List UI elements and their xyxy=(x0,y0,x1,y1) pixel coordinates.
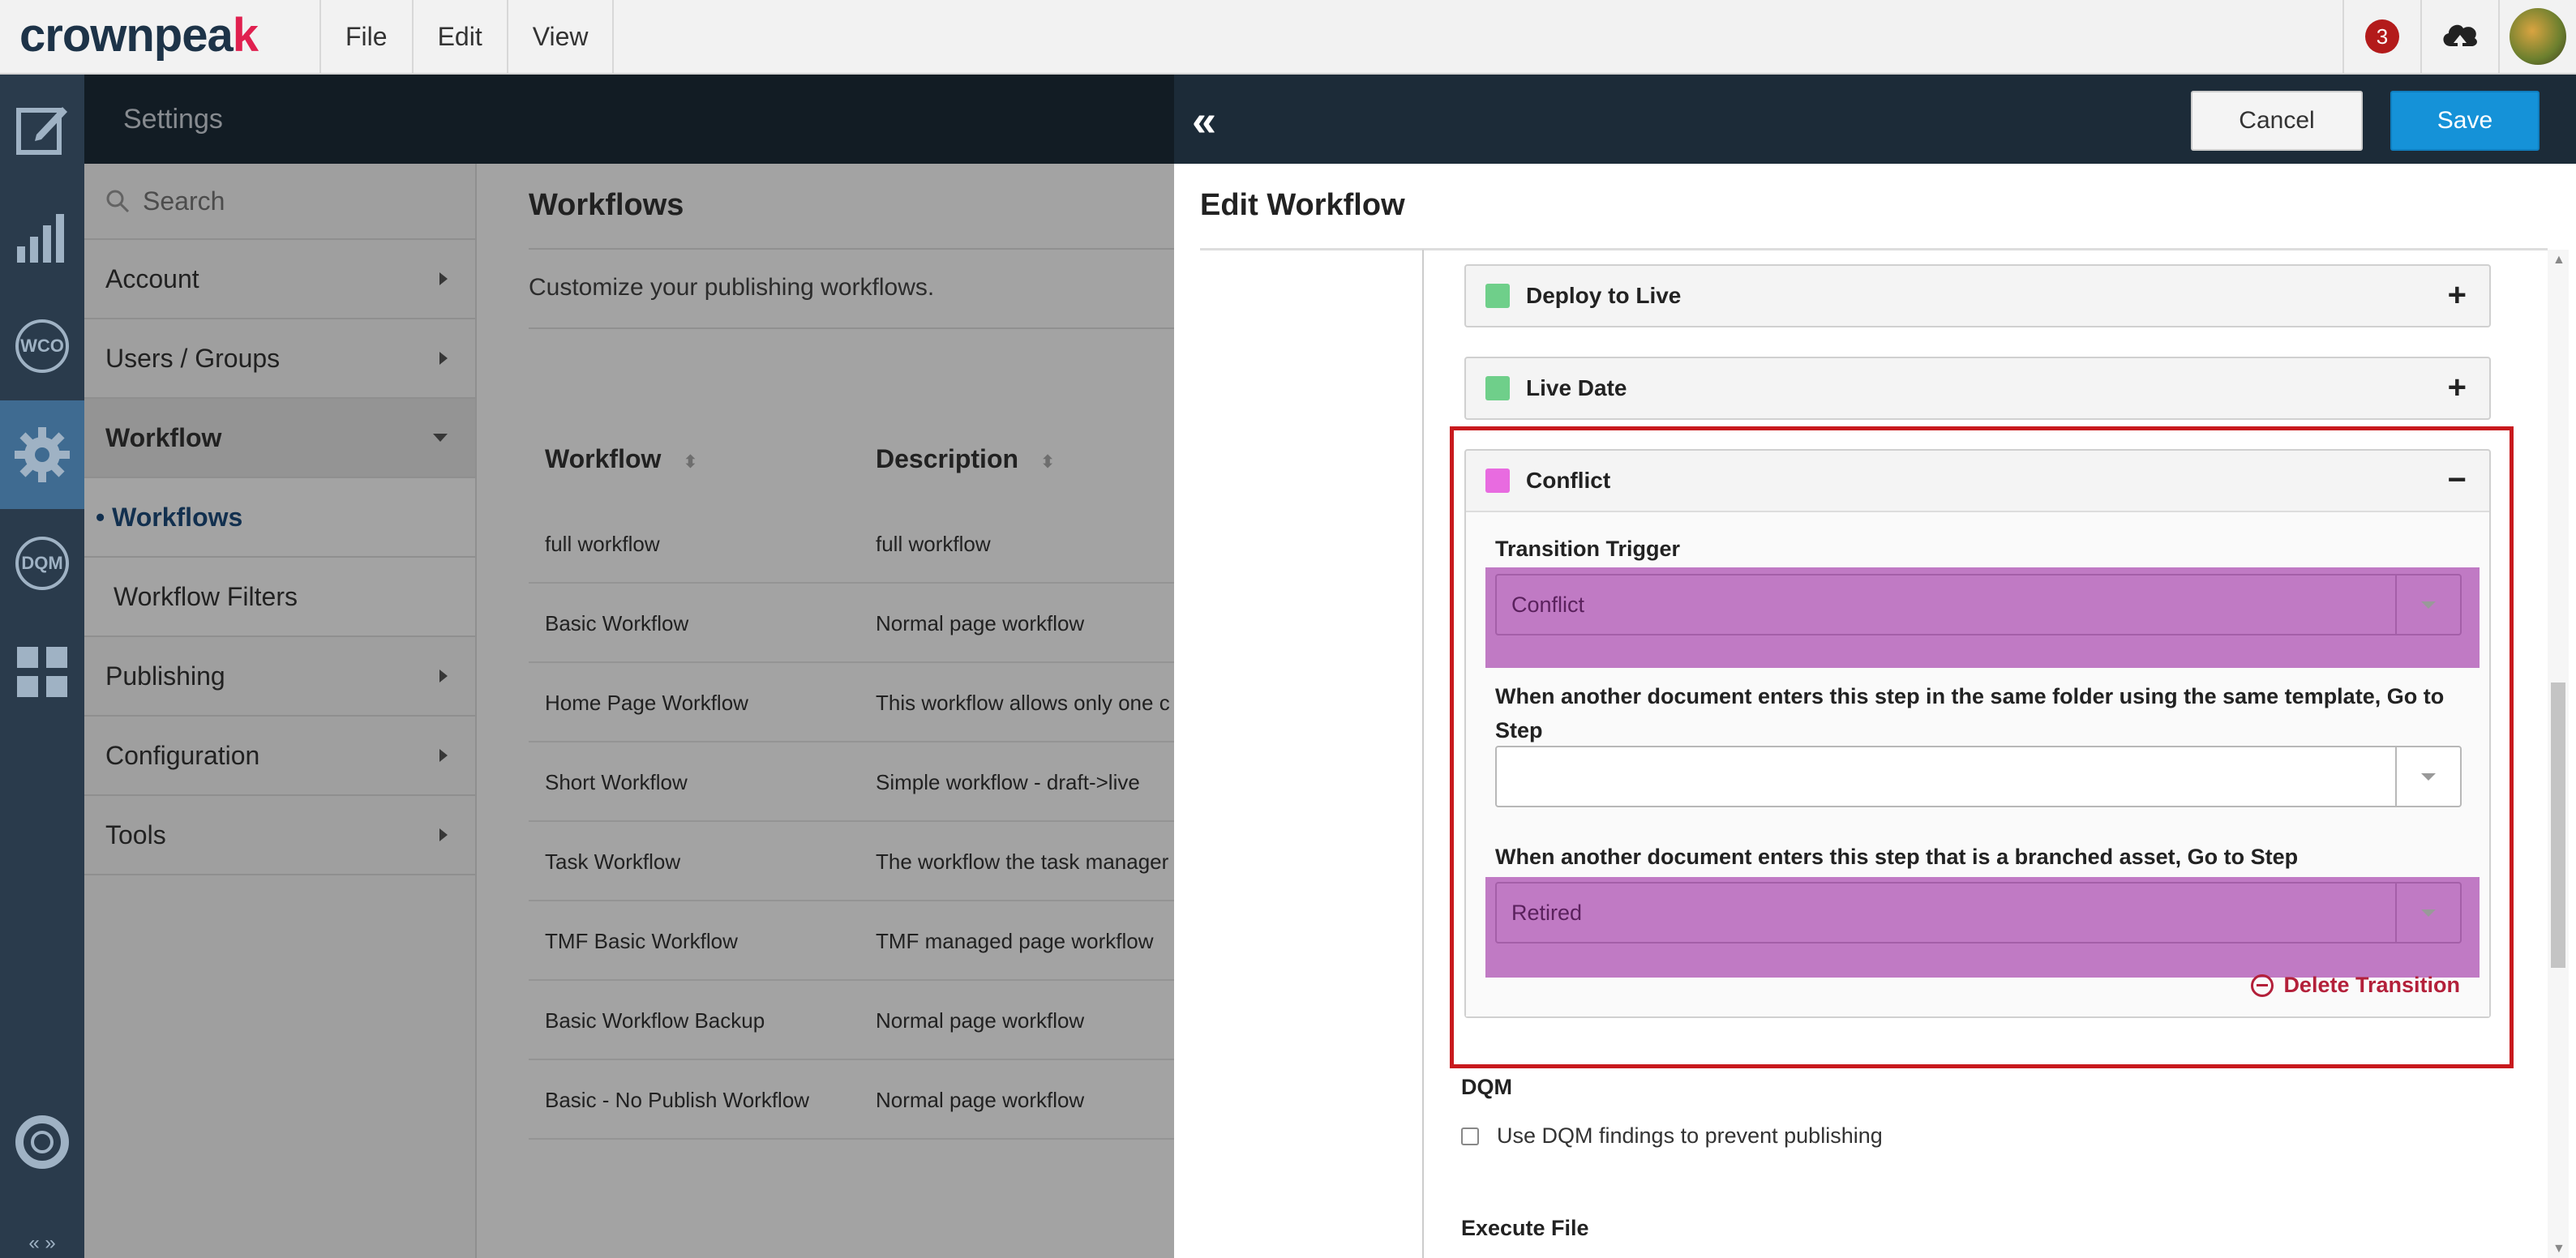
menu-bar: File Edit View xyxy=(319,0,615,73)
dqm-checkbox-label: Use DQM findings to prevent publishing xyxy=(1497,1123,1883,1148)
scroll-up-icon[interactable]: ▲ xyxy=(2552,253,2565,267)
panel-scrollbar[interactable]: ▲ ▼ xyxy=(2548,250,2569,1258)
collapse-panel-icon[interactable]: « xyxy=(1192,96,1216,146)
step-column-divider xyxy=(1422,250,1424,1258)
cloud-upload-icon xyxy=(2443,24,2477,53)
annotation-highlight-box xyxy=(1450,426,2514,1068)
save-button[interactable]: Save xyxy=(2390,91,2540,151)
modal-backdrop[interactable] xyxy=(84,75,1174,1258)
cancel-button[interactable]: Cancel xyxy=(2191,91,2363,151)
modules-icon xyxy=(17,647,67,697)
edit-icon xyxy=(16,107,67,155)
notification-badge: 3 xyxy=(2365,19,2399,53)
rail-settings[interactable] xyxy=(0,400,84,509)
rail-dqm[interactable]: DQM xyxy=(0,509,84,618)
panel-title: Edit Workflow xyxy=(1200,188,1405,222)
step-live-date[interactable]: Live Date + xyxy=(1464,357,2491,420)
dqm-checkbox[interactable] xyxy=(1461,1127,1479,1145)
help-lifebuoy-icon xyxy=(15,1115,69,1169)
scroll-down-icon[interactable]: ▼ xyxy=(2552,1242,2565,1256)
scrollbar-thumb[interactable] xyxy=(2551,682,2565,968)
wco-icon: WCO xyxy=(15,319,69,373)
step-deploy-to-live[interactable]: Deploy to Live + xyxy=(1464,264,2491,327)
dqm-section-title: DQM xyxy=(1461,1075,1512,1099)
rail-wco[interactable]: WCO xyxy=(0,292,84,400)
top-bar: crownpeak File Edit View 3 xyxy=(0,0,2576,75)
step-name: Live Date xyxy=(1526,375,1627,400)
settings-gear-icon xyxy=(15,427,70,482)
menu-file[interactable]: File xyxy=(321,0,414,73)
menu-view[interactable]: View xyxy=(508,0,615,73)
expand-plus-icon[interactable]: + xyxy=(2448,370,2467,406)
menu-edit[interactable]: Edit xyxy=(414,0,508,73)
dqm-checkbox-row[interactable]: Use DQM findings to prevent publishing xyxy=(1461,1123,1883,1149)
step-color-swatch xyxy=(1485,376,1510,400)
avatar xyxy=(2510,8,2566,65)
analytics-icon xyxy=(17,214,64,263)
notifications-button[interactable]: 3 xyxy=(2342,0,2420,73)
user-menu[interactable] xyxy=(2498,0,2576,73)
rail-help[interactable] xyxy=(0,1088,84,1196)
rail-modules[interactable] xyxy=(0,618,84,726)
edit-workflow-panel: Edit Workflow Deploy to Live + Live Date… xyxy=(1174,164,2576,1258)
expand-plus-icon[interactable]: + xyxy=(2448,277,2467,314)
rail-analytics[interactable] xyxy=(0,183,84,292)
step-header[interactable]: Deploy to Live + xyxy=(1466,266,2489,326)
publish-upload-button[interactable] xyxy=(2420,0,2498,73)
rail-collapse-toggle[interactable]: « » xyxy=(0,1229,84,1258)
step-header[interactable]: Live Date + xyxy=(1466,358,2489,418)
edit-panel-header: « Cancel Save xyxy=(1174,75,2576,164)
crownpeak-logo[interactable]: crownpeak xyxy=(19,8,259,62)
divider xyxy=(1200,248,2548,250)
app-rail: WCO DQM « » xyxy=(0,75,84,1258)
step-color-swatch xyxy=(1485,284,1510,308)
execute-file-section-title: Execute File xyxy=(1461,1216,1589,1240)
rail-edit[interactable] xyxy=(0,75,84,183)
dqm-icon: DQM xyxy=(15,537,69,590)
top-right-tools: 3 xyxy=(2342,0,2576,73)
step-name: Deploy to Live xyxy=(1526,283,1682,308)
